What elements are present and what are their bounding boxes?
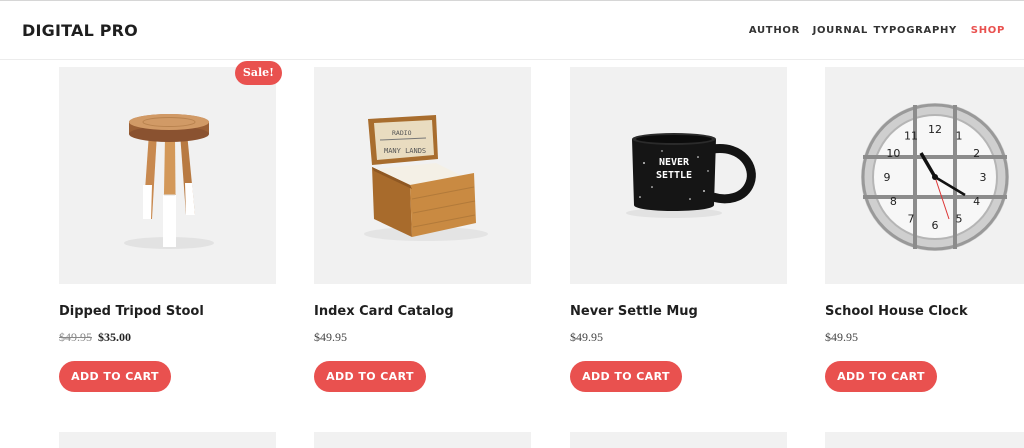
product-price: $49.95 bbox=[314, 330, 347, 344]
clock-numeral: 11 bbox=[904, 129, 918, 142]
clock-numeral: 3 bbox=[980, 171, 987, 184]
product-image[interactable] bbox=[59, 67, 276, 284]
product-card: Sale! Dipped Tripod Stool $49.95 $35.00 … bbox=[59, 61, 282, 397]
clock-numeral: 12 bbox=[928, 123, 942, 136]
mug-text-line2: SETTLE bbox=[656, 170, 692, 181]
catalog-label-radio: RADIO bbox=[392, 129, 412, 137]
product-title[interactable]: Index Card Catalog bbox=[314, 304, 531, 319]
clock-numeral: 2 bbox=[973, 147, 980, 160]
sale-price: $35.00 bbox=[98, 330, 131, 344]
site-logo[interactable]: DIGITAL PRO bbox=[22, 21, 138, 40]
product-price: $49.95 $35.00 bbox=[59, 330, 131, 345]
add-to-cart-button[interactable]: ADD TO CART bbox=[59, 361, 171, 392]
product-image-next-row[interactable] bbox=[570, 432, 787, 448]
product-title[interactable]: Never Settle Mug bbox=[570, 304, 787, 319]
mug-text-line1: NEVER bbox=[659, 157, 690, 168]
clock-numeral: 8 bbox=[890, 195, 897, 208]
product-card: RADIO MANY LANDS Index Card Catalog $49.… bbox=[314, 67, 531, 397]
nav-typography[interactable]: TYPOGRAPHY bbox=[874, 25, 957, 36]
nav-shop[interactable]: SHOP bbox=[971, 25, 1005, 36]
product-image-next-row[interactable] bbox=[825, 432, 1024, 448]
nav-journal[interactable]: JOURNAL bbox=[813, 25, 868, 36]
catalog-label-lands: MANY LANDS bbox=[384, 147, 426, 155]
product-price: $49.95 bbox=[570, 330, 603, 344]
original-price: $49.95 bbox=[59, 330, 92, 344]
nav-author[interactable]: AUTHOR bbox=[749, 25, 800, 36]
stool-icon bbox=[124, 114, 214, 249]
product-card: 12 1 2 3 4 5 6 7 8 9 10 11 School House Clock $49.9… bbox=[825, 67, 1024, 397]
clock-numeral: 5 bbox=[956, 213, 963, 226]
product-image-next-row[interactable] bbox=[59, 432, 276, 448]
product-image[interactable]: RADIO MANY LANDS bbox=[314, 67, 531, 284]
add-to-cart-button[interactable]: ADD TO CART bbox=[314, 361, 426, 392]
add-to-cart-button[interactable]: ADD TO CART bbox=[570, 361, 682, 392]
product-title[interactable]: Dipped Tripod Stool bbox=[59, 304, 276, 319]
add-to-cart-button[interactable]: ADD TO CART bbox=[825, 361, 937, 392]
clock-numeral: 6 bbox=[932, 219, 939, 232]
product-price: $49.95 bbox=[825, 330, 858, 344]
product-card: NEVER SETTLE Never Settle Mug $49.95 ADD… bbox=[570, 67, 787, 397]
sale-badge: Sale! bbox=[234, 61, 282, 85]
card-catalog-icon: RADIO MANY LANDS bbox=[364, 115, 488, 241]
mug-icon: NEVER SETTLE bbox=[626, 133, 756, 218]
site-header: DIGITAL PRO AUTHOR JOURNAL TYPOGRAPHY SH… bbox=[0, 0, 1024, 60]
product-image[interactable]: NEVER SETTLE bbox=[570, 67, 787, 284]
clock-numeral: 4 bbox=[973, 195, 980, 208]
clock-numeral: 10 bbox=[886, 147, 900, 160]
clock-numeral: 7 bbox=[908, 213, 915, 226]
product-title[interactable]: School House Clock bbox=[825, 304, 1024, 319]
clock-icon: 12 1234567891011 bbox=[861, 103, 1009, 251]
product-image[interactable]: 12 1 2 3 4 5 6 7 8 9 10 11 bbox=[825, 67, 1024, 284]
clock-numeral: 9 bbox=[884, 171, 891, 184]
product-image-next-row[interactable] bbox=[314, 432, 531, 448]
clock-numeral: 1 bbox=[956, 129, 963, 142]
